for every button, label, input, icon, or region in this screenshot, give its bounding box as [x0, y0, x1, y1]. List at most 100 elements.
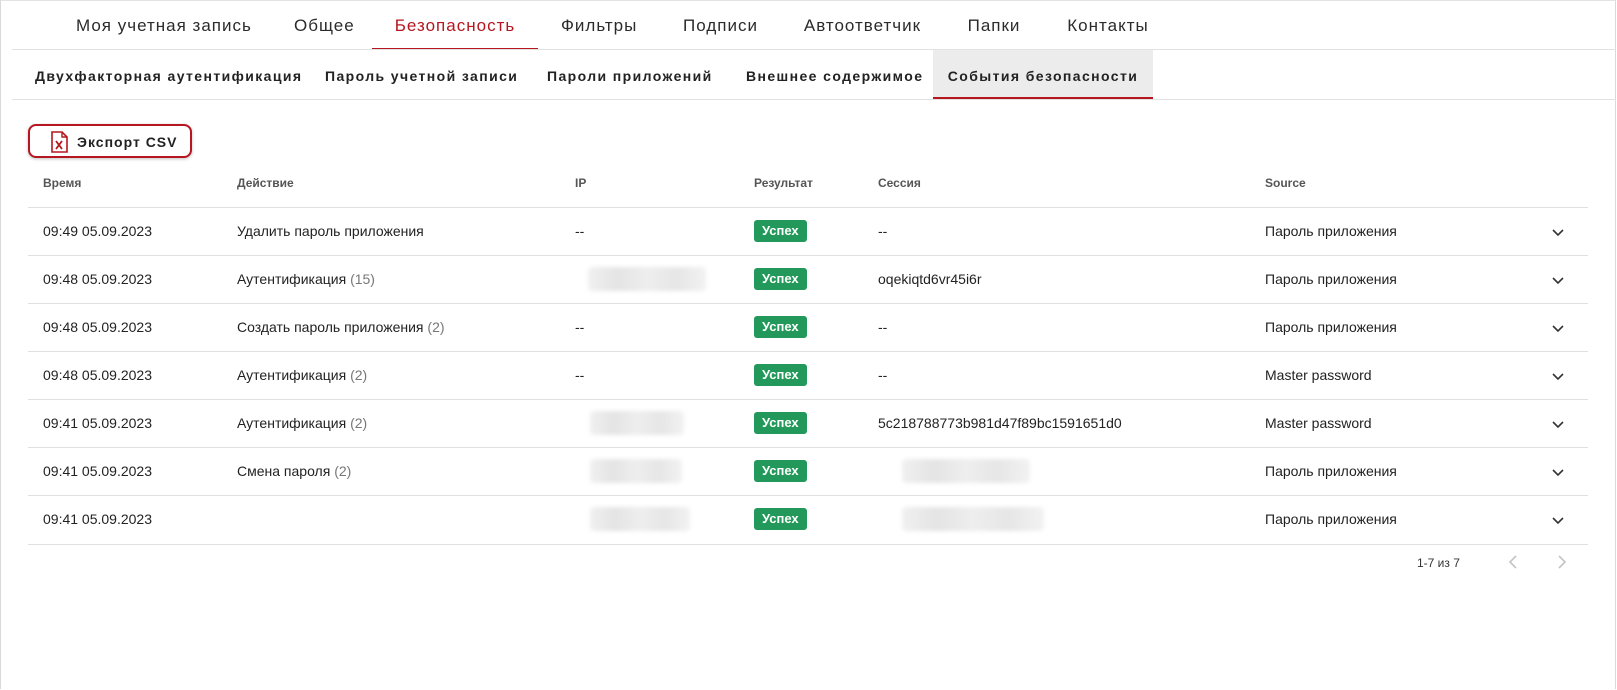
tab-autoresponder[interactable]: Автоответчик [803, 0, 922, 49]
tab-label: Общее [294, 16, 355, 35]
ip-redacted [588, 267, 706, 291]
event-time: 09:49 05.09.2023 [43, 223, 152, 239]
table-row[interactable]: 09:48 05.09.2023 Аутентификация (2) -- Успе… [28, 351, 1588, 400]
event-action: Аутентификация (2) [237, 367, 367, 383]
status-badge: Успех [754, 412, 807, 434]
column-header-action[interactable]: Действие [237, 176, 294, 190]
event-session: 5c218788773b981d47f89bc1591651d0 [878, 415, 1122, 431]
action-count: (2) [350, 415, 368, 431]
column-header-ip[interactable]: IP [575, 176, 586, 190]
pagination-range: 1-7 из 7 [1417, 556, 1460, 570]
tab-contacts[interactable]: Контакты [1067, 0, 1149, 49]
table-row[interactable]: 09:41 05.09.2023 Смена пароля (2) Успех Пар… [28, 447, 1588, 496]
action-label: Аутентификация [237, 367, 347, 383]
action-count: (15) [350, 271, 375, 287]
chevron-down-icon[interactable] [1550, 512, 1566, 528]
table-row[interactable]: 09:41 05.09.2023 Аутентификация (2) Успех 5… [28, 399, 1588, 448]
event-source: Пароль приложения [1265, 319, 1397, 335]
main-tabs: Моя учетная запись Общее Безопасность Фи… [0, 0, 1617, 50]
status-badge: Успех [754, 316, 807, 338]
action-label: Аутентификация [237, 415, 347, 431]
table-row[interactable]: 09:49 05.09.2023 Удалить пароль приложени… [28, 207, 1588, 256]
tab-my-account[interactable]: Моя учетная запись [76, 0, 251, 49]
event-action: Аутентификация (15) [237, 271, 375, 287]
tab-label: Моя учетная запись [76, 16, 252, 35]
ip-redacted [590, 459, 682, 483]
event-source: Master password [1265, 415, 1372, 431]
status-badge: Успех [754, 268, 807, 290]
session-redacted [902, 459, 1030, 483]
action-count: (2) [350, 367, 368, 383]
event-time: 09:48 05.09.2023 [43, 319, 152, 335]
subtab-app-passwords[interactable]: Пароли приложений [547, 50, 711, 99]
column-header-result[interactable]: Результат [754, 176, 813, 190]
event-action: Удалить пароль приложения [237, 223, 424, 239]
status-badge: Успех [754, 220, 807, 242]
subtab-two-factor[interactable]: Двухфакторная аутентификация [35, 50, 301, 99]
file-excel-icon [51, 131, 68, 153]
action-label: Удалить пароль приложения [237, 223, 424, 239]
column-header-session[interactable]: Сессия [878, 176, 921, 190]
chevron-left-icon[interactable] [1501, 550, 1525, 574]
status-badge: Успех [754, 460, 807, 482]
table-row[interactable]: 09:41 05.09.2023 Успех Пароль приложения [28, 495, 1588, 545]
subtab-external-content[interactable]: Внешнее содержимое [746, 50, 922, 99]
export-csv-button[interactable]: Экспорт CSV [28, 124, 192, 158]
event-time: 09:41 05.09.2023 [43, 463, 152, 479]
chevron-right-icon[interactable] [1550, 550, 1574, 574]
action-label: Создать пароль приложения [237, 319, 424, 335]
subtab-security-events[interactable]: События безопасности [933, 50, 1153, 99]
column-header-source[interactable]: Source [1265, 176, 1306, 190]
event-source: Пароль приложения [1265, 463, 1397, 479]
event-source: Master password [1265, 367, 1372, 383]
event-source: Пароль приложения [1265, 223, 1397, 239]
event-time: 09:41 05.09.2023 [43, 415, 152, 431]
chevron-down-icon[interactable] [1550, 320, 1566, 336]
event-session: oqekiqtd6vr45i6r [878, 271, 982, 287]
event-session: -- [878, 319, 888, 335]
table-row[interactable]: 09:48 05.09.2023 Аутентификация (15) Успех… [28, 255, 1588, 304]
table-row[interactable]: 09:48 05.09.2023 Создать пароль приложени… [28, 303, 1588, 352]
subtab-account-password[interactable]: Пароль учетной записи [325, 50, 517, 99]
column-header-time[interactable]: Время [43, 176, 81, 190]
subtab-label: Пароли приложений [547, 68, 713, 84]
tab-label: Подписи [683, 16, 758, 35]
subtab-label: События безопасности [947, 68, 1139, 84]
action-label: Смена пароля [237, 463, 331, 479]
event-source: Пароль приложения [1265, 271, 1397, 287]
event-action: Аутентификация (2) [237, 415, 367, 431]
tab-signatures[interactable]: Подписи [683, 0, 758, 49]
ip-redacted [590, 507, 690, 531]
action-count: (2) [427, 319, 445, 335]
session-redacted [902, 507, 1044, 531]
tab-folders[interactable]: Папки [967, 0, 1021, 49]
event-ip: -- [575, 223, 585, 239]
subtab-label: Пароль учетной записи [325, 68, 519, 84]
subtab-label: Внешнее содержимое [746, 68, 924, 84]
chevron-down-icon[interactable] [1550, 272, 1566, 288]
tab-general[interactable]: Общее [294, 0, 354, 49]
chevron-down-icon[interactable] [1550, 464, 1566, 480]
event-ip: -- [575, 319, 585, 335]
event-time: 09:48 05.09.2023 [43, 271, 152, 287]
divider [12, 99, 1616, 100]
event-time: 09:41 05.09.2023 [43, 511, 152, 527]
tab-security[interactable]: Безопасность [372, 0, 538, 50]
chevron-down-icon[interactable] [1550, 416, 1566, 432]
tab-label: Папки [967, 16, 1021, 35]
tab-label: Контакты [1067, 16, 1149, 35]
event-time: 09:48 05.09.2023 [43, 367, 152, 383]
tab-label: Автоответчик [803, 16, 922, 35]
chevron-down-icon[interactable] [1550, 224, 1566, 240]
status-badge: Успех [754, 508, 807, 530]
tab-filters[interactable]: Фильтры [561, 0, 637, 49]
export-button-label: Экспорт CSV [77, 134, 178, 150]
action-label: Аутентификация [237, 271, 347, 287]
chevron-down-icon[interactable] [1550, 368, 1566, 384]
subtab-label: Двухфакторная аутентификация [35, 68, 303, 84]
status-badge: Успех [754, 364, 807, 386]
event-source: Пароль приложения [1265, 511, 1397, 527]
event-action: Создать пароль приложения (2) [237, 319, 445, 335]
action-count: (2) [334, 463, 352, 479]
event-action: Смена пароля (2) [237, 463, 351, 479]
